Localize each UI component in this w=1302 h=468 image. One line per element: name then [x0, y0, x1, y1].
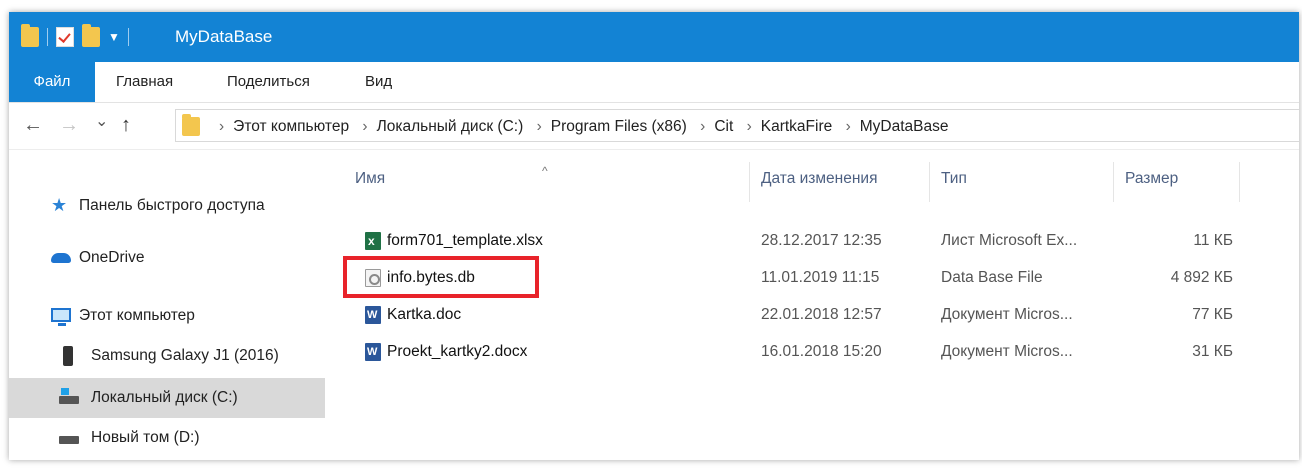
column-header-size[interactable]: Размер	[1125, 170, 1178, 188]
file-row[interactable]: Kartka.doc 22.01.2018 12:57 Документ Mic…	[349, 296, 1259, 334]
folder-icon[interactable]	[21, 24, 39, 47]
nav-item-label: Новый том (D:)	[91, 429, 200, 446]
windows-drive-icon	[59, 388, 79, 404]
nav-item-label: Локальный диск (C:)	[91, 389, 238, 406]
file-size: 4 892 КБ	[1170, 269, 1233, 286]
nav-item-local-disk-c[interactable]: Локальный диск (C:)	[9, 378, 325, 418]
cloud-icon	[51, 253, 71, 263]
new-folder-icon[interactable]	[82, 24, 100, 47]
navigation-pane: ★ Панель быстрого доступа OneDrive Этот …	[9, 150, 325, 460]
computer-icon	[51, 308, 71, 326]
nav-item-label: OneDrive	[79, 249, 145, 266]
nav-item-new-volume-d[interactable]: Новый том (D:)	[9, 418, 325, 458]
nav-item-label: Этот компьютер	[79, 307, 195, 324]
window-title: MyDataBase	[175, 27, 273, 46]
breadcrumb-program-files[interactable]: Program Files (x86)	[551, 118, 687, 135]
file-name: Proekt_kartky2.docx	[387, 343, 528, 360]
tab-share[interactable]: Поделиться	[227, 62, 310, 102]
star-icon: ★	[51, 195, 68, 215]
file-name: Kartka.doc	[387, 306, 462, 323]
drive-icon	[59, 436, 79, 444]
breadcrumb: › Этот компьютер › Локальный диск (C:) › Pr…	[210, 110, 948, 143]
breadcrumb-separator-icon[interactable]: ›	[747, 118, 752, 135]
ribbon-tabs: Файл Главная Поделиться Вид	[9, 62, 1299, 103]
nav-item-label: Панель быстрого доступа	[79, 197, 265, 214]
nav-item-this-pc[interactable]: Этот компьютер	[9, 296, 325, 336]
breadcrumb-separator-icon[interactable]: ›	[700, 118, 705, 135]
nav-item-label: Samsung Galaxy J1 (2016)	[91, 347, 279, 364]
properties-check-icon[interactable]	[56, 27, 74, 47]
customize-dropdown-icon[interactable]: ▼	[108, 31, 120, 43]
breadcrumb-this-pc[interactable]: Этот компьютер	[233, 118, 349, 135]
file-date: 11.01.2019 11:15	[761, 269, 880, 286]
nav-item-onedrive[interactable]: OneDrive	[9, 238, 325, 278]
up-arrow-icon[interactable]: ↑	[121, 114, 131, 136]
breadcrumb-separator-icon[interactable]: ›	[362, 118, 367, 135]
address-bar[interactable]: › Этот компьютер › Локальный диск (C:) › Pr…	[175, 109, 1299, 142]
file-size: 77 КБ	[1192, 306, 1233, 323]
file-type: Лист Microsoft Ex...	[941, 232, 1078, 249]
file-type: Data Base File	[941, 269, 1043, 286]
file-date: 28.12.2017 12:35	[761, 232, 882, 249]
file-row[interactable]: form701_template.xlsx 28.12.2017 12:35 Л…	[349, 222, 1259, 260]
breadcrumb-separator-icon: ›	[219, 118, 225, 135]
file-size: 11 КБ	[1193, 232, 1233, 249]
file-date: 22.01.2018 12:57	[761, 306, 882, 323]
sort-ascending-icon: ^	[542, 164, 548, 178]
forward-arrow-icon[interactable]: →	[59, 114, 79, 136]
tab-home[interactable]: Главная	[116, 62, 173, 102]
word-file-icon	[365, 297, 381, 334]
folder-icon	[182, 114, 200, 136]
breadcrumb-cit[interactable]: Cit	[714, 118, 733, 135]
column-header-date[interactable]: Дата изменения	[761, 170, 877, 188]
toolbar-separator	[47, 28, 48, 46]
nav-item-samsung-galaxy[interactable]: Samsung Galaxy J1 (2016)	[9, 336, 325, 376]
breadcrumb-mydatabase[interactable]: MyDataBase	[860, 118, 949, 135]
file-date: 16.01.2018 15:20	[761, 343, 882, 360]
breadcrumb-separator-icon[interactable]: ›	[537, 118, 542, 135]
file-size: 31 КБ	[1192, 343, 1233, 360]
explorer-window: ▼ MyDataBase Файл Главная Поделиться Вид…	[9, 12, 1299, 460]
breadcrumb-local-disk-c[interactable]: Локальный диск (C:)	[377, 118, 524, 135]
breadcrumb-kartkafire[interactable]: KartkaFire	[761, 118, 833, 135]
phone-icon	[63, 346, 73, 366]
column-divider[interactable]	[749, 162, 750, 202]
nav-item-quick-access[interactable]: ★ Панель быстрого доступа	[9, 186, 325, 226]
file-name: form701_template.xlsx	[387, 232, 543, 249]
excel-file-icon	[365, 223, 381, 260]
file-type: Документ Micros...	[941, 343, 1073, 360]
back-arrow-icon[interactable]: ←	[23, 114, 43, 136]
column-divider[interactable]	[1113, 162, 1114, 202]
breadcrumb-separator-icon[interactable]: ›	[846, 118, 851, 135]
file-type: Документ Micros...	[941, 306, 1073, 323]
tab-file[interactable]: Файл	[9, 62, 95, 102]
word-file-icon	[365, 334, 381, 371]
column-divider[interactable]	[1239, 162, 1240, 202]
column-header-name[interactable]: Имя	[355, 170, 385, 188]
column-divider[interactable]	[929, 162, 930, 202]
file-row[interactable]: Proekt_kartky2.docx 16.01.2018 15:20 Док…	[349, 333, 1259, 371]
recent-locations-chevron-icon[interactable]: ⌄	[95, 111, 108, 133]
title-bar: ▼ MyDataBase	[9, 12, 1299, 62]
navigation-bar: ← → ⌄ ↑ › Этот компьютер › Локальный диск …	[9, 103, 1299, 150]
column-header-type[interactable]: Тип	[941, 170, 967, 188]
quick-access-toolbar: ▼	[21, 24, 137, 49]
toolbar-separator	[127, 28, 129, 46]
tab-view[interactable]: Вид	[365, 62, 392, 102]
highlight-box	[343, 256, 539, 298]
